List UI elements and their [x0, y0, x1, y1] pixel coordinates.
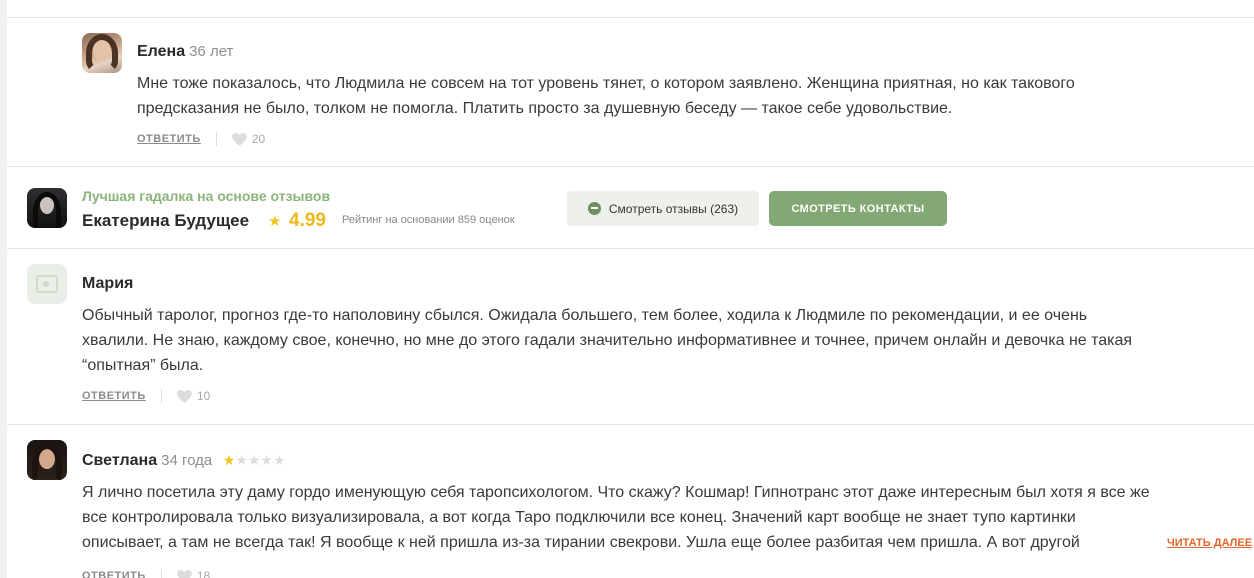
avatar[interactable] [27, 440, 67, 480]
star-empty-icon: ★ [247, 452, 261, 468]
reviewer-name: Светлана 34 года ★ ★ ★ ★ ★ [82, 452, 286, 470]
separator [160, 569, 162, 578]
like-count: 18 [196, 569, 211, 578]
avatar[interactable] [27, 188, 67, 228]
divider [7, 17, 1254, 18]
text-fade [1099, 531, 1159, 555]
reviewer-age: 34 года [161, 452, 213, 469]
star-empty-icon: ★ [235, 452, 248, 468]
view-reviews-button[interactable]: Смотреть отзывы (263) [567, 191, 759, 226]
star-empty-icon: ★ [272, 452, 286, 468]
promo-label: Лучшая гадалка на основе отзывов [82, 188, 331, 204]
reviewer-name: Мария [82, 275, 133, 293]
view-reviews-label: Смотреть отзывы (263) [608, 201, 739, 216]
image-placeholder-icon [36, 275, 58, 293]
reviewer-name-text: Светлана [82, 452, 158, 469]
view-contacts-button[interactable]: СМОТРЕТЬ КОНТАКТЫ [769, 191, 947, 226]
heart-icon [231, 132, 247, 146]
separator [215, 132, 217, 146]
star-icon: ★ [268, 213, 282, 230]
like-button[interactable]: 10 [176, 389, 211, 403]
reply-button[interactable]: ОТВЕТИТЬ [82, 570, 146, 578]
reply-button[interactable]: ОТВЕТИТЬ [82, 390, 146, 402]
review-actions: ОТВЕТИТЬ 10 [82, 388, 210, 404]
reviews-panel: Елена 36 лет Мне тоже показалось, что Люд… [7, 0, 1254, 578]
star-rating: ★ ★ ★ ★ ★ [223, 453, 286, 467]
review-text-line: предсказания не было, толком не помогла.… [137, 100, 953, 117]
reviewer-name: Елена 36 лет [137, 43, 233, 61]
reviewer-name-text: Елена [137, 43, 186, 60]
like-count: 20 [251, 132, 266, 146]
avatar[interactable] [27, 264, 67, 304]
review-text-line: Мне тоже показалось, что Людмила не совс… [137, 75, 1075, 92]
divider [7, 248, 1254, 249]
review-text: Мне тоже показалось, что Людмила не совс… [137, 71, 1237, 121]
heart-icon [176, 389, 192, 403]
review-text-line: описывает, а там не всегда так! Я вообще… [82, 534, 1080, 551]
review-text: Я лично посетила эту даму гордо именующу… [82, 480, 1247, 555]
heart-icon [176, 569, 192, 578]
promo-name[interactable]: Екатерина Будущее [82, 211, 249, 231]
review-text-line: Обычный таролог, прогноз где-то наполови… [82, 307, 1088, 324]
reviewer-age: 36 лет [189, 43, 234, 60]
review-actions: ОТВЕТИТЬ 18 [82, 568, 210, 578]
star-filled-icon: ★ [222, 452, 236, 468]
divider [7, 166, 1254, 167]
chat-icon [587, 202, 601, 215]
reply-button[interactable]: ОТВЕТИТЬ [137, 133, 201, 145]
avatar[interactable] [82, 33, 122, 73]
divider [7, 424, 1254, 425]
review-text-line: “опытная” была. [82, 357, 204, 374]
like-count: 10 [196, 389, 211, 403]
review-text-line: Я лично посетила эту даму гордо именующу… [82, 484, 1150, 501]
star-empty-icon: ★ [260, 452, 273, 468]
review-text: Обычный таролог, прогноз где-то наполови… [82, 303, 1247, 378]
read-more-link[interactable]: ЧИТАТЬ ДАЛЕЕ [1159, 537, 1253, 549]
like-button[interactable]: 18 [176, 569, 211, 578]
reviewer-name-text: Мария [82, 275, 134, 292]
like-button[interactable]: 20 [231, 132, 266, 146]
rating-value: 4.99 [289, 210, 326, 231]
rating-note: Рейтинг на основании 859 оценок [342, 214, 515, 226]
review-text-line: все контролировала только визуализировал… [82, 509, 1076, 526]
review-actions: ОТВЕТИТЬ 20 [137, 131, 265, 147]
review-text-line: хвалили. Не знаю, каждому свое, конечно,… [82, 332, 1133, 349]
separator [160, 389, 162, 403]
view-contacts-label: СМОТРЕТЬ КОНТАКТЫ [791, 202, 925, 215]
